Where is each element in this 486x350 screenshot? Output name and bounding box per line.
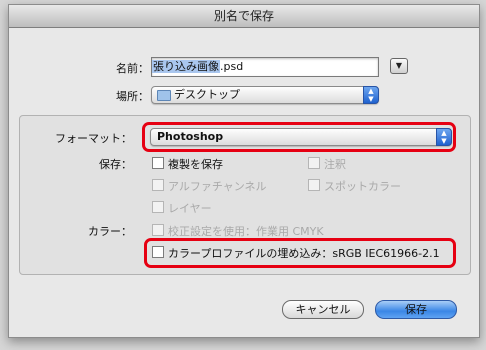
disclosure-triangle-icon[interactable]: ▼ — [390, 58, 408, 74]
popup-arrows-icon: ▲ ▼ — [363, 86, 379, 104]
save-button[interactable]: 保存 — [375, 300, 457, 319]
spot-colors-label: スポットカラー — [324, 180, 401, 193]
as-copy-label: 複製を保存 — [168, 158, 223, 171]
alpha-channels-label: アルファチャンネル — [168, 180, 267, 193]
cancel-button[interactable]: キャンセル — [282, 300, 364, 319]
use-proof-label: 校正設定を使用：作業用 CMYK — [168, 225, 324, 238]
where-label: 場所： — [116, 90, 149, 103]
save-options-label: 保存： — [99, 158, 132, 171]
layers-checkbox[interactable] — [152, 201, 164, 213]
color-label: カラー： — [88, 225, 132, 238]
folder-icon — [157, 90, 171, 101]
window-title: 別名で保存 — [9, 5, 479, 28]
name-label: 名前： — [116, 62, 149, 75]
format-highlight-box — [142, 122, 456, 152]
notes-checkbox[interactable] — [308, 157, 320, 169]
spot-colors-checkbox[interactable] — [308, 179, 320, 191]
save-as-dialog: 別名で保存 名前： 張り込み画像.psd ▼ 場所： デスクトップ ▲ ▼ フォー… — [8, 4, 480, 338]
use-proof-checkbox[interactable] — [152, 224, 164, 236]
filename-input[interactable]: 張り込み画像.psd — [151, 57, 379, 77]
layers-label: レイヤー — [168, 202, 212, 215]
filename-selected-text: 張り込み画像 — [152, 60, 220, 73]
alpha-channels-checkbox[interactable] — [152, 179, 164, 191]
as-copy-checkbox[interactable] — [152, 157, 164, 169]
notes-label: 注釈 — [324, 158, 346, 171]
location-popup[interactable]: デスクトップ ▲ ▼ — [151, 86, 379, 104]
options-group: フォーマット： Photoshop ▲ ▼ 保存： 複製を保存 注釈 アルファチャ… — [19, 115, 471, 275]
embed-profile-highlight-box — [144, 238, 456, 268]
format-label: フォーマット： — [55, 132, 132, 145]
location-value: デスクトップ — [174, 88, 240, 101]
filename-extension: .psd — [220, 60, 244, 73]
